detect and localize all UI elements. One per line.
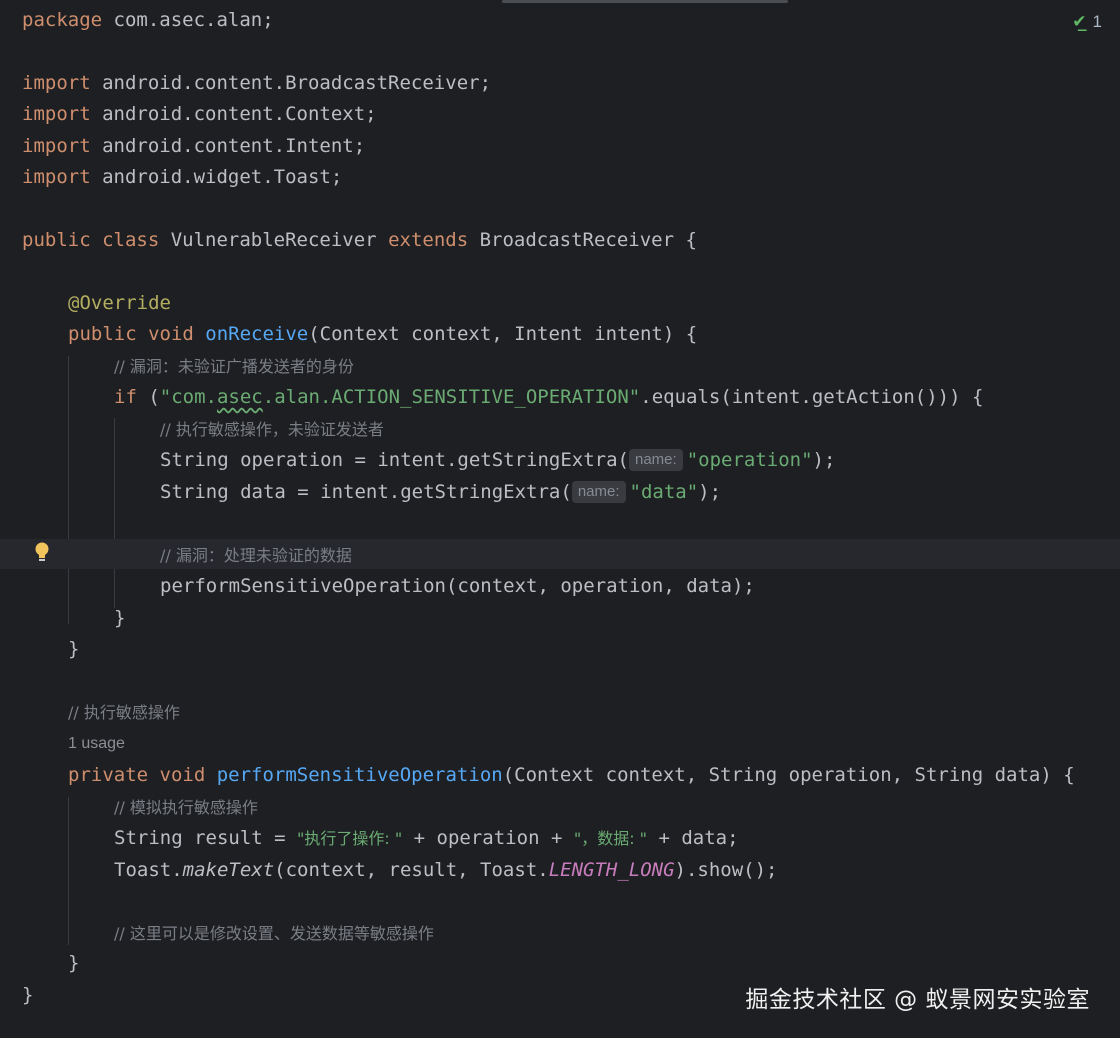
code-line-comment[interactable]: // 漏洞：处理未验证的数据 (160, 542, 352, 568)
code-line-brace[interactable]: } (68, 950, 79, 976)
if-open: ( (136, 386, 160, 408)
parameter-name-hint[interactable]: name: (571, 481, 626, 503)
parameter-name-hint[interactable]: name: (629, 449, 683, 471)
keyword-import: import (22, 166, 91, 188)
closing-brace: } (114, 607, 126, 629)
superclass-name: BroadcastReceiver { (468, 229, 697, 251)
comment-text: // 模拟执行敏感操作 (114, 798, 258, 817)
usage-count-hint[interactable]: 1 usage (68, 733, 125, 755)
keyword-class: class (90, 229, 160, 251)
keyword-import: import (22, 72, 91, 94)
watermark-text: 掘金技术社区 @ 蚁景网安实验室 (745, 987, 1090, 1013)
code-line-import[interactable]: import android.content.Context; (22, 101, 377, 127)
horizontal-scrollbar-thumb[interactable] (502, 0, 788, 3)
statement-text: (context, result, Toast. (274, 859, 549, 881)
code-line-package[interactable]: package com.asec.alan; (22, 7, 274, 33)
indent-guide (68, 797, 69, 945)
statement-text: String operation = intent.getStringExtra… (160, 449, 629, 471)
import-path: android.widget.Toast; (90, 166, 343, 188)
lightbulb-icon[interactable] (33, 541, 51, 565)
checkmark-icon: ✔̲ (1072, 12, 1087, 31)
keyword-import: import (22, 103, 91, 125)
statement-text: Toast. (114, 859, 183, 881)
code-line-import[interactable]: import android.widget.Toast; (22, 164, 342, 190)
method-name-perform[interactable]: performSensitiveOperation (217, 764, 503, 786)
keyword-void: void (148, 764, 217, 786)
string-literal: "，数据: " (573, 829, 648, 848)
indent-guide (114, 418, 115, 608)
code-editor[interactable]: ✔̲ 1 package com.asec.alan; import andro… (0, 0, 1120, 1038)
static-method-maketext: makeText (182, 859, 275, 881)
keyword-private: private (68, 764, 149, 786)
indent-guide (68, 356, 69, 624)
import-path: android.content.Intent; (90, 135, 366, 157)
method-params: (Context context, Intent intent) { (308, 323, 698, 345)
string-literal: "operation" (686, 449, 813, 471)
code-line-result-decl[interactable]: String result = "执行了操作: " + operation + … (114, 825, 739, 851)
statement-text: + operation + (402, 827, 574, 849)
code-line-comment[interactable]: // 模拟执行敏感操作 (114, 794, 258, 820)
statement-end: + data; (647, 827, 739, 849)
keyword-import: import (22, 135, 91, 157)
code-line-perform-decl[interactable]: private void performSensitiveOperation(C… (68, 762, 1075, 788)
keyword-extends: extends (388, 229, 469, 251)
code-line-comment[interactable]: // 这里可以是修改设置、发送数据等敏感操作 (114, 920, 434, 946)
code-line-data-decl[interactable]: String data = intent.getStringExtra(name… (160, 479, 721, 505)
closing-brace: } (68, 952, 80, 974)
string-literal: "data" (629, 481, 699, 503)
typo-warning-word[interactable]: asec (217, 386, 263, 408)
statement-text: performSensitiveOperation(context, opera… (160, 575, 755, 597)
closing-brace: } (68, 638, 80, 660)
closing-brace: } (22, 984, 34, 1006)
code-line-class-decl[interactable]: public class VulnerableReceiver extends … (22, 227, 697, 253)
override-annotation: @Override (68, 292, 171, 314)
statement-text: String data = intent.getStringExtra( (160, 481, 572, 503)
class-name: VulnerableReceiver (159, 229, 389, 251)
code-line-brace[interactable]: } (68, 636, 79, 662)
code-line-import[interactable]: import android.content.BroadcastReceiver… (22, 70, 491, 96)
import-path: android.content.Context; (90, 103, 377, 125)
comment-text: // 这里可以是修改设置、发送数据等敏感操作 (114, 924, 434, 943)
comment-text: // 执行敏感操作 (68, 703, 180, 722)
comment-text: // 漏洞：处理未验证的数据 (160, 546, 352, 565)
code-line-import[interactable]: import android.content.Intent; (22, 133, 365, 159)
keyword-void: void (136, 323, 206, 345)
static-constant: LENGTH_LONG (548, 859, 675, 881)
code-line-comment[interactable]: // 执行敏感操作 (68, 699, 180, 725)
inspection-count: 1 (1092, 12, 1102, 31)
code-line-operation-decl[interactable]: String operation = intent.getStringExtra… (160, 447, 835, 473)
code-line-comment[interactable]: // 漏洞：未验证广播发送者的身份 (114, 353, 354, 379)
code-line-perform-call[interactable]: performSensitiveOperation(context, opera… (160, 573, 755, 599)
if-condition-rest: .equals(intent.getAction())) { (640, 386, 984, 408)
keyword-package: package (22, 9, 103, 31)
comment-text: // 执行敏感操作，未验证发送者 (160, 420, 384, 439)
comment-text: // 漏洞：未验证广播发送者的身份 (114, 357, 354, 376)
code-line-annotation[interactable]: @Override (68, 290, 171, 316)
inspection-status[interactable]: ✔̲ 1 (1072, 12, 1102, 32)
method-params: (Context context, String operation, Stri… (502, 764, 1075, 786)
statement-text: String result = (114, 827, 298, 849)
code-line-onreceive[interactable]: public void onReceive(Context context, I… (68, 321, 697, 347)
string-literal: .alan.ACTION_SENSITIVE_OPERATION" (262, 386, 641, 408)
statement-end: ).show(); (674, 859, 778, 881)
keyword-if: if (114, 386, 137, 408)
string-literal: "com. (159, 386, 217, 408)
string-literal: "执行了操作: " (297, 829, 403, 848)
code-line-toast[interactable]: Toast.makeText(context, result, Toast.LE… (114, 857, 778, 883)
import-path: android.content.BroadcastReceiver; (90, 72, 492, 94)
code-line-brace[interactable]: } (114, 605, 125, 631)
method-name-onreceive[interactable]: onReceive (205, 323, 308, 345)
code-line-brace[interactable]: } (22, 982, 33, 1008)
package-name: com.asec.alan; (102, 9, 274, 31)
code-line-comment[interactable]: // 执行敏感操作，未验证发送者 (160, 416, 384, 442)
statement-end: ); (698, 481, 722, 503)
keyword-public: public (22, 229, 91, 251)
keyword-public: public (68, 323, 137, 345)
statement-end: ); (812, 449, 836, 471)
code-line-if[interactable]: if ("com.asec.alan.ACTION_SENSITIVE_OPER… (114, 384, 983, 410)
